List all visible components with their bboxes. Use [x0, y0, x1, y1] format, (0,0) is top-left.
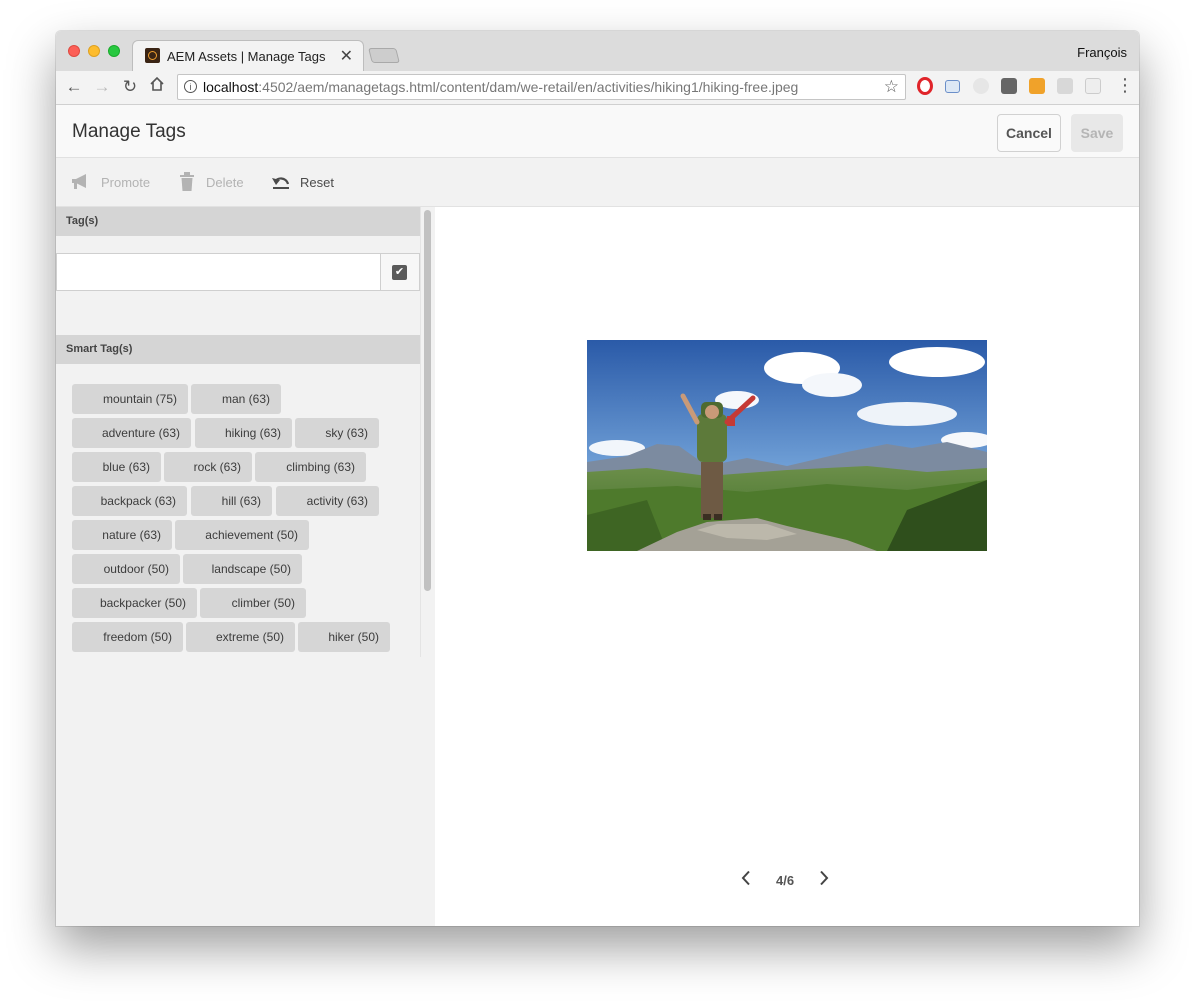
- tag-input[interactable]: [56, 253, 381, 291]
- smart-tag-chip[interactable]: hill (63): [191, 486, 272, 516]
- panel-scrollbar[interactable]: [424, 210, 431, 591]
- smart-tag-chip[interactable]: sky (63): [295, 418, 379, 448]
- browser-menu-icon[interactable]: ⋮: [1116, 75, 1134, 96]
- smart-tag-chip[interactable]: backpack (63): [72, 486, 187, 516]
- page-title: Manage Tags: [72, 121, 186, 142]
- smart-tag-chip[interactable]: hiking (63): [195, 418, 292, 448]
- smart-tag-chip[interactable]: nature (63): [72, 520, 172, 550]
- back-arrow-icon[interactable]: ←: [64, 77, 84, 97]
- profile-name[interactable]: François: [1077, 45, 1127, 60]
- url-host: localhost: [203, 79, 259, 95]
- shield-extension-icon[interactable]: [1001, 78, 1017, 94]
- trash-icon: [179, 172, 195, 195]
- site-info-icon[interactable]: i: [184, 80, 197, 93]
- megaphone-icon: [71, 173, 91, 194]
- smart-tag-chip[interactable]: activity (63): [276, 486, 379, 516]
- reload-icon[interactable]: ↻: [120, 77, 140, 97]
- folder-extension-icon[interactable]: [945, 80, 960, 93]
- browser-window: AEM Assets | Manage Tags ✕ François ← → …: [56, 31, 1139, 926]
- smart-tag-chip[interactable]: extreme (50): [186, 622, 295, 652]
- browser-toolbar: ← → ↻ i localhost:4502/aem/managetags.ht…: [56, 71, 1139, 105]
- chevron-right-icon[interactable]: [819, 870, 829, 891]
- smart-tag-chip[interactable]: achievement (50): [175, 520, 309, 550]
- smart-tag-chip[interactable]: freedom (50): [72, 622, 183, 652]
- orange-extension-icon[interactable]: [1029, 78, 1045, 94]
- panel-divider: [420, 207, 421, 657]
- smart-tag-chip[interactable]: climbing (63): [255, 452, 366, 482]
- tags-panel: Tag(s) ✔ Smart Tag(s) mountain (75) man …: [56, 207, 435, 926]
- url-text: localhost:4502/aem/managetags.html/conte…: [203, 79, 798, 95]
- smart-tag-chip[interactable]: mountain (75): [72, 384, 188, 414]
- bookmark-star-icon[interactable]: ☆: [884, 77, 899, 97]
- tab-close-icon[interactable]: ✕: [340, 46, 353, 66]
- pager-count: 4/6: [776, 873, 795, 888]
- delete-label: Delete: [206, 175, 244, 190]
- undo-icon: [271, 174, 291, 193]
- smart-tag-chip[interactable]: rock (63): [164, 452, 252, 482]
- smart-tag-chip[interactable]: man (63): [191, 384, 281, 414]
- smart-tag-chip[interactable]: outdoor (50): [72, 554, 180, 584]
- app-header: Manage Tags Cancel Save: [56, 105, 1139, 158]
- browser-tab-active[interactable]: AEM Assets | Manage Tags ✕: [132, 40, 364, 71]
- pager: 4/6: [735, 870, 845, 890]
- home-icon[interactable]: [147, 76, 167, 97]
- checkbox-check-icon: ✔: [392, 265, 407, 280]
- spiral-extension-icon[interactable]: [973, 78, 989, 94]
- promote-label: Promote: [101, 175, 151, 190]
- tags-section-header: Tag(s): [56, 207, 420, 236]
- smart-tag-chip[interactable]: hiker (50): [298, 622, 390, 652]
- cancel-button[interactable]: Cancel: [997, 114, 1061, 152]
- maximize-window-button[interactable]: [108, 45, 120, 57]
- reset-label: Reset: [300, 175, 334, 190]
- minimize-window-button[interactable]: [88, 45, 100, 57]
- smart-tag-chip[interactable]: blue (63): [72, 452, 161, 482]
- smart-tag-chip[interactable]: backpacker (50): [72, 588, 197, 618]
- opera-extension-icon[interactable]: [917, 77, 933, 95]
- asset-preview-panel: 4/6: [435, 207, 1139, 926]
- address-bar[interactable]: i localhost:4502/aem/managetags.html/con…: [177, 74, 906, 100]
- close-window-button[interactable]: [68, 45, 80, 57]
- tab-title: AEM Assets | Manage Tags: [167, 49, 326, 64]
- tag-submit-button[interactable]: ✔: [380, 253, 420, 291]
- new-tab-button[interactable]: [368, 48, 400, 63]
- title-bar: AEM Assets | Manage Tags ✕ François: [56, 31, 1139, 71]
- smart-tag-chip[interactable]: landscape (50): [183, 554, 302, 584]
- url-path: :4502/aem/managetags.html/content/dam/we…: [258, 79, 799, 95]
- action-bar: Promote Delete Reset: [56, 158, 1139, 207]
- save-button[interactable]: Save: [1071, 114, 1123, 152]
- smart-tags-section-header: Smart Tag(s): [56, 335, 420, 364]
- asset-preview-image: [587, 340, 987, 551]
- forward-arrow-icon[interactable]: →: [92, 77, 112, 97]
- pen-extension-icon[interactable]: [1085, 78, 1101, 94]
- smart-tag-chip[interactable]: climber (50): [200, 588, 306, 618]
- gray-extension-icon[interactable]: [1057, 78, 1073, 94]
- aem-favicon-icon: [145, 48, 160, 63]
- chevron-left-icon[interactable]: [741, 870, 751, 891]
- smart-tags-list: mountain (75) man (63) adventure (63) hi…: [72, 384, 412, 656]
- smart-tag-chip[interactable]: adventure (63): [72, 418, 191, 448]
